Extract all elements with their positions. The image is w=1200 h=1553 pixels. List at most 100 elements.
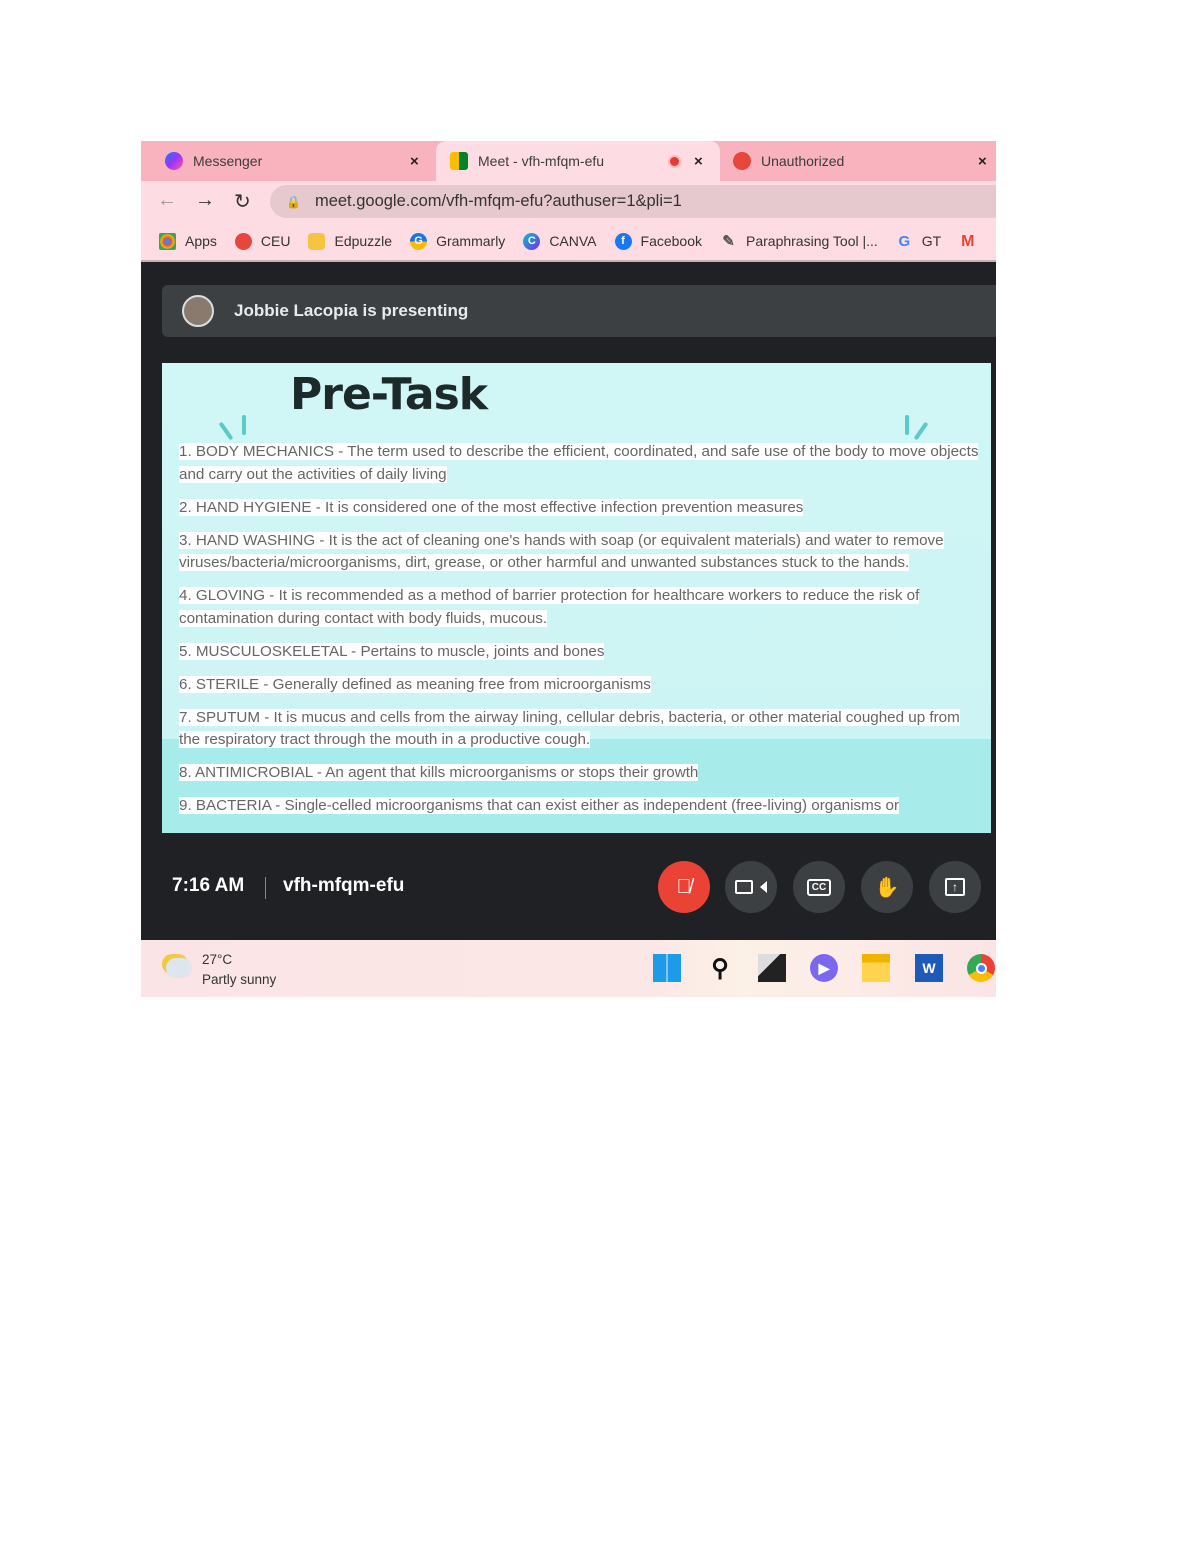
- chrome-center: [975, 962, 987, 974]
- canvas-icon: [234, 232, 252, 250]
- bookmark-ceu[interactable]: CEU: [234, 232, 291, 250]
- mic-off-icon: 🎙̸: [676, 875, 692, 898]
- hand-icon: ✋: [874, 876, 900, 899]
- facebook-icon: f: [614, 232, 632, 250]
- list-item: 6. STERILE - Generally defined as meanin…: [179, 674, 979, 697]
- list-item: 5. MUSCULOSKELETAL - Pertains to muscle,…: [179, 641, 979, 664]
- slide-title: Pre-Task: [290, 369, 488, 420]
- canvas-icon: [733, 152, 751, 170]
- weather-widget[interactable]: 27°C Partly sunny: [202, 950, 276, 990]
- canva-icon: C: [523, 232, 541, 250]
- item-text: 8. ANTIMICROBIAL - An agent that kills m…: [179, 764, 699, 781]
- definitions-list: 1. BODY MECHANICS - The term used to des…: [179, 441, 979, 828]
- bookmark-canva[interactable]: C CANVA: [523, 232, 597, 250]
- close-tab-icon[interactable]: ×: [978, 153, 987, 170]
- lock-icon: 🔒: [286, 194, 301, 209]
- chrome-icon[interactable]: [967, 954, 995, 982]
- item-text: 9. BACTERIA - Single-celled microorganis…: [179, 797, 900, 814]
- bookmark-label: CANVA: [549, 233, 597, 249]
- reload-icon[interactable]: ↻: [234, 189, 251, 214]
- bookmark-label: CEU: [260, 233, 291, 249]
- bookmarks-bar: Apps CEU Edpuzzle G Grammarly C CANVA f Fac…: [141, 222, 996, 262]
- tab-messenger[interactable]: Messenger ×: [141, 141, 436, 181]
- leaf-decoration-icon: [905, 415, 909, 435]
- list-item: 9. BACTERIA - Single-celled microorganis…: [179, 795, 979, 818]
- list-item: 2. HAND HYGIENE - It is considered one o…: [179, 497, 979, 520]
- google-icon: G: [898, 232, 911, 250]
- toolbar: ← → ↻ 🔒 meet.google.com/vfh-mfqm-efu?aut…: [141, 181, 996, 222]
- address-bar[interactable]: 🔒 meet.google.com/vfh-mfqm-efu?authuser=…: [270, 185, 996, 218]
- bookmark-label: Paraphrasing Tool |...: [746, 233, 878, 249]
- captions-button[interactable]: CC: [793, 861, 845, 913]
- grammarly-icon: G: [410, 232, 428, 250]
- list-item: 8. ANTIMICROBIAL - An agent that kills m…: [179, 762, 979, 785]
- captions-icon: CC: [806, 878, 832, 896]
- divider: [265, 877, 266, 899]
- item-text: 4. GLOVING - It is recommended as a meth…: [179, 587, 920, 627]
- bookmark-label: Grammarly: [436, 233, 506, 249]
- present-button[interactable]: ↑: [929, 861, 981, 913]
- item-text: 5. MUSCULOSKELETAL - Pertains to muscle,…: [179, 642, 605, 660]
- list-item: 3. HAND WASHING - It is the act of clean…: [179, 530, 979, 575]
- file-explorer-icon[interactable]: [862, 954, 890, 982]
- close-tab-icon[interactable]: ×: [694, 153, 703, 170]
- tab-label: Unauthorized: [761, 153, 845, 169]
- camera-icon: [735, 880, 753, 894]
- clock: 7:16 AM: [172, 875, 245, 896]
- raise-hand-button[interactable]: ✋: [861, 861, 913, 913]
- word-icon[interactable]: W: [915, 954, 943, 982]
- bookmark-grammarly[interactable]: G Grammarly: [410, 232, 506, 250]
- back-icon[interactable]: ←: [157, 189, 177, 212]
- bookmark-facebook[interactable]: f Facebook: [614, 232, 702, 250]
- bookmark-apps[interactable]: Apps: [159, 232, 217, 250]
- screenshot: Messenger × Meet - vfh-mfqm-efu × Unauth…: [141, 141, 996, 997]
- list-item: 1. BODY MECHANICS - The term used to des…: [179, 441, 979, 486]
- camera-lens-icon: [753, 881, 767, 893]
- close-tab-icon[interactable]: ×: [410, 153, 419, 170]
- tab-strip: Messenger × Meet - vfh-mfqm-efu × Unauth…: [141, 141, 996, 181]
- avatar: [182, 295, 214, 327]
- bookmark-edpuzzle[interactable]: Edpuzzle: [308, 232, 393, 250]
- tab-unauthorized[interactable]: Unauthorized ×: [720, 141, 996, 181]
- meeting-controls-bar: 7:16 AM vfh-mfqm-efu 🎙̸ CC ✋ ↑: [141, 841, 996, 939]
- item-text: 3. HAND WASHING - It is the act of clean…: [179, 531, 944, 571]
- bookmark-gmail[interactable]: M: [959, 233, 985, 250]
- item-text: 2. HAND HYGIENE - It is considered one o…: [179, 498, 804, 516]
- teams-chat-icon[interactable]: ▶: [810, 954, 838, 982]
- presenting-banner: Jobbie Lacopia is presenting: [162, 285, 996, 337]
- messenger-icon: [165, 152, 183, 170]
- tab-meet[interactable]: Meet - vfh-mfqm-efu ×: [436, 141, 720, 181]
- forward-icon[interactable]: →: [195, 189, 215, 212]
- windows-taskbar: 27°C Partly sunny ⚲ ▶ W: [141, 940, 996, 997]
- search-icon[interactable]: ⚲: [706, 954, 734, 982]
- item-text: 7. SPUTUM - It is mucus and cells from t…: [179, 708, 960, 748]
- bookmark-label: Apps: [185, 233, 217, 249]
- mic-off-button[interactable]: 🎙̸: [658, 861, 710, 913]
- bookmark-label: Facebook: [640, 233, 702, 249]
- bookmark-label: GT: [921, 233, 942, 249]
- apps-grid-icon: [159, 232, 176, 250]
- bookmark-paraphrasing[interactable]: ✎ Paraphrasing Tool |...: [720, 233, 878, 250]
- tab-label: Meet - vfh-mfqm-efu: [478, 153, 605, 169]
- item-text: 6. STERILE - Generally defined as meanin…: [179, 675, 651, 693]
- list-item: 7. SPUTUM - It is mucus and cells from t…: [179, 707, 979, 752]
- presenting-text: Jobbie Lacopia is presenting: [234, 301, 469, 320]
- google-meet-icon: [450, 152, 468, 170]
- temperature: 27°C: [202, 952, 233, 967]
- weather-condition: Partly sunny: [202, 972, 277, 987]
- feather-icon: ✎: [722, 232, 735, 250]
- meeting-code: vfh-mfqm-efu: [283, 875, 405, 896]
- shared-slide: Pre-Task 1. BODY MECHANICS - The term us…: [162, 363, 991, 833]
- word-letter: W: [922, 960, 936, 976]
- start-windows-icon[interactable]: [653, 954, 681, 982]
- leaf-decoration-icon: [242, 415, 246, 435]
- camera-button[interactable]: [725, 861, 777, 913]
- weather-cloud-sun-icon: [166, 958, 192, 978]
- bookmark-label: Edpuzzle: [334, 233, 393, 249]
- bookmark-gt[interactable]: G GT: [896, 233, 941, 250]
- list-item: 4. GLOVING - It is recommended as a meth…: [179, 585, 979, 630]
- leaf-decoration-icon: [913, 421, 929, 441]
- task-view-icon[interactable]: [758, 954, 786, 982]
- gmail-icon: M: [961, 232, 975, 250]
- edpuzzle-icon: [308, 232, 326, 250]
